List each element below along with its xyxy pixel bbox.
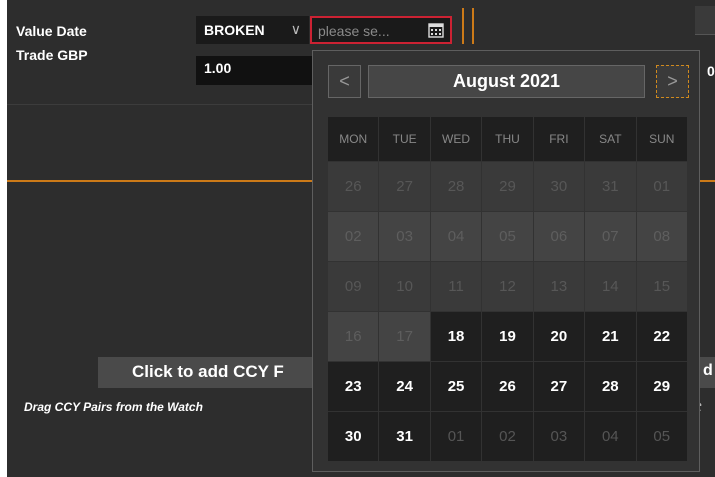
calendar-day: 06 bbox=[533, 212, 585, 261]
date-picker-popup: < August 2021 > MON TUE WED THU FRI SAT SUN 26… bbox=[312, 50, 700, 472]
calendar-day: 28 bbox=[430, 162, 482, 211]
date-placeholder: please se... bbox=[318, 23, 390, 39]
calendar-day: 03 bbox=[533, 412, 585, 461]
calendar-grid: MON TUE WED THU FRI SAT SUN 26 27 28 29 30 31 01 02 03… bbox=[328, 117, 688, 462]
calendar-day: 02 bbox=[328, 212, 379, 261]
calendar-day[interactable]: 28 bbox=[585, 362, 636, 411]
weekday-label: THU bbox=[482, 117, 533, 161]
calendar-day[interactable]: 31 bbox=[379, 412, 430, 461]
calendar-icon[interactable] bbox=[428, 22, 444, 38]
add-ccy-pair-button[interactable]: Click to add CCY F bbox=[98, 357, 313, 388]
calendar-day: 26 bbox=[328, 162, 379, 211]
tenor-dropdown[interactable]: BROKEN ∨ bbox=[196, 16, 309, 44]
calendar-week-row: 23 24 25 26 27 28 29 bbox=[328, 362, 688, 412]
next-month-button[interactable]: > bbox=[656, 65, 689, 98]
calendar-day: 29 bbox=[482, 162, 533, 211]
calendar-day: 27 bbox=[379, 162, 430, 211]
calendar-day: 04 bbox=[430, 212, 482, 261]
weekday-label: SAT bbox=[585, 117, 636, 161]
calendar-day: 09 bbox=[328, 262, 379, 311]
month-year-title[interactable]: August 2021 bbox=[368, 65, 645, 98]
calendar-day[interactable]: 24 bbox=[379, 362, 430, 411]
calendar-day: 07 bbox=[585, 212, 636, 261]
calendar-day[interactable]: 18 bbox=[430, 312, 482, 361]
calendar-day: 12 bbox=[482, 262, 533, 311]
calendar-day: 01 bbox=[430, 412, 482, 461]
panel-divider bbox=[462, 8, 464, 44]
calendar-day: 15 bbox=[636, 262, 687, 311]
calendar-day: 04 bbox=[585, 412, 636, 461]
calendar-day: 10 bbox=[379, 262, 430, 311]
calendar-week-row: 16 17 18 19 20 21 22 bbox=[328, 312, 688, 362]
calendar-day: 11 bbox=[430, 262, 482, 311]
calendar-day: 13 bbox=[533, 262, 585, 311]
calendar-day[interactable]: 27 bbox=[533, 362, 585, 411]
calendar-week-row: 26 27 28 29 30 31 01 bbox=[328, 162, 688, 212]
value-date-input[interactable]: please se... bbox=[310, 16, 452, 44]
panel-divider bbox=[472, 8, 474, 44]
calendar-day[interactable]: 21 bbox=[585, 312, 636, 361]
trading-panel: Value Date Trade GBP BROKEN ∨ please se.… bbox=[7, 0, 715, 477]
weekday-label: MON bbox=[328, 117, 379, 161]
adjacent-panel-header bbox=[695, 6, 715, 35]
trade-currency-label: Trade GBP bbox=[16, 47, 88, 63]
calendar-day[interactable]: 30 bbox=[328, 412, 379, 461]
calendar-week-row: 09 10 11 12 13 14 15 bbox=[328, 262, 688, 312]
calendar-day[interactable]: 26 bbox=[482, 362, 533, 411]
calendar-day[interactable]: 29 bbox=[636, 362, 687, 411]
calendar-day[interactable]: 25 bbox=[430, 362, 482, 411]
weekday-label: FRI bbox=[533, 117, 585, 161]
calendar-day: 01 bbox=[636, 162, 687, 211]
calendar-day: 08 bbox=[636, 212, 687, 261]
value-date-label: Value Date bbox=[16, 23, 87, 39]
weekday-label: TUE bbox=[379, 117, 430, 161]
chevron-down-icon: ∨ bbox=[290, 21, 301, 37]
tenor-value: BROKEN bbox=[204, 22, 265, 38]
calendar-week-row: 02 03 04 05 06 07 08 bbox=[328, 212, 688, 262]
calendar-day: 14 bbox=[585, 262, 636, 311]
calendar-day: 05 bbox=[636, 412, 687, 461]
calendar-week-row: 30 31 01 02 03 04 05 bbox=[328, 412, 688, 462]
calendar-weeks: 26 27 28 29 30 31 01 02 03 04 05 06 07 08 09 10 11 12 13 14… bbox=[328, 162, 688, 462]
calendar-day[interactable]: 22 bbox=[636, 312, 687, 361]
drag-ccy-hint: Drag CCY Pairs from the Watch bbox=[24, 400, 203, 414]
calendar-day: 17 bbox=[379, 312, 430, 361]
calendar-day: 16 bbox=[328, 312, 379, 361]
calendar-day[interactable]: 23 bbox=[328, 362, 379, 411]
weekday-label: SUN bbox=[636, 117, 687, 161]
section-divider bbox=[7, 180, 312, 182]
adjacent-panel-value: 0 bbox=[707, 63, 715, 79]
calendar-day: 03 bbox=[379, 212, 430, 261]
calendar-day[interactable]: 20 bbox=[533, 312, 585, 361]
calendar-day[interactable]: 19 bbox=[482, 312, 533, 361]
calendar-day: 31 bbox=[585, 162, 636, 211]
weekday-label: WED bbox=[430, 117, 482, 161]
row-divider bbox=[7, 104, 312, 105]
calendar-day: 05 bbox=[482, 212, 533, 261]
weekday-header: MON TUE WED THU FRI SAT SUN bbox=[328, 117, 688, 162]
calendar-day: 02 bbox=[482, 412, 533, 461]
prev-month-button[interactable]: < bbox=[328, 65, 361, 98]
calendar-day: 30 bbox=[533, 162, 585, 211]
trade-amount-input[interactable]: 1.00 bbox=[196, 56, 316, 85]
